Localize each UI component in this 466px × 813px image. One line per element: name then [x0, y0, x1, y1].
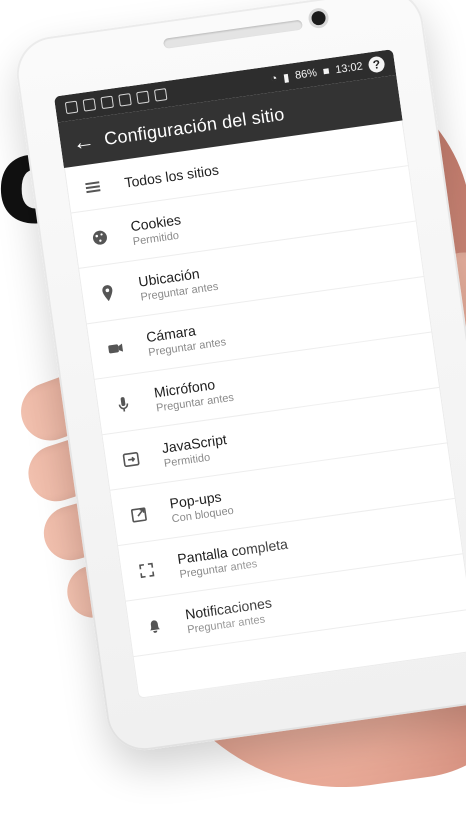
clock: 13:02 — [334, 60, 364, 77]
microphone-icon — [107, 388, 139, 420]
settings-item-text: Ubicación Preguntar antes — [137, 262, 219, 303]
phone-earpiece — [162, 19, 303, 49]
notification-icon — [100, 95, 114, 110]
battery-icon: ■ — [322, 65, 331, 78]
settings-item-text: Notificaciones Preguntar antes — [184, 594, 274, 636]
popup-icon — [123, 499, 155, 531]
settings-item-text: Pop-ups Con bloqueo — [168, 486, 234, 525]
notification-icon — [153, 88, 168, 102]
notification-icon — [136, 90, 150, 105]
settings-item-text: Todos los sitios — [123, 161, 219, 190]
settings-item-text: Cámara Preguntar antes — [145, 318, 227, 359]
settings-list: Todos los sitios Cookies Permitido Ubica… — [63, 120, 466, 658]
settings-item-text: JavaScript Permitido — [161, 431, 230, 470]
signal-icon: ▮ — [282, 71, 291, 85]
settings-item-text: Micrófono Preguntar antes — [153, 373, 235, 414]
battery-percent: 86% — [294, 66, 318, 82]
list-icon — [77, 171, 109, 203]
front-camera — [310, 10, 327, 27]
smartphone: ◔ ▮ 86% ■ 13:02 ? ← Configuración del si… — [11, 0, 466, 756]
settings-item-label: Todos los sitios — [123, 161, 220, 191]
bell-icon — [139, 610, 171, 642]
fullscreen-icon — [131, 554, 163, 586]
help-icon[interactable]: ? — [367, 55, 386, 74]
camera-icon — [100, 332, 132, 364]
location-pin-icon — [92, 277, 124, 309]
phone-screen: ◔ ▮ 86% ■ 13:02 ? ← Configuración del si… — [53, 49, 466, 699]
notification-icon — [82, 98, 97, 112]
notification-icon — [118, 93, 132, 107]
cookie-icon — [84, 221, 116, 253]
settings-item-text: Pantalla completa Preguntar antes — [176, 535, 290, 580]
javascript-icon — [115, 443, 147, 475]
settings-item-text: Cookies Permitido — [130, 211, 184, 248]
wifi-icon: ◔ — [269, 72, 279, 86]
arrow-left-icon[interactable]: ← — [71, 128, 96, 156]
notification-icon — [64, 100, 79, 115]
